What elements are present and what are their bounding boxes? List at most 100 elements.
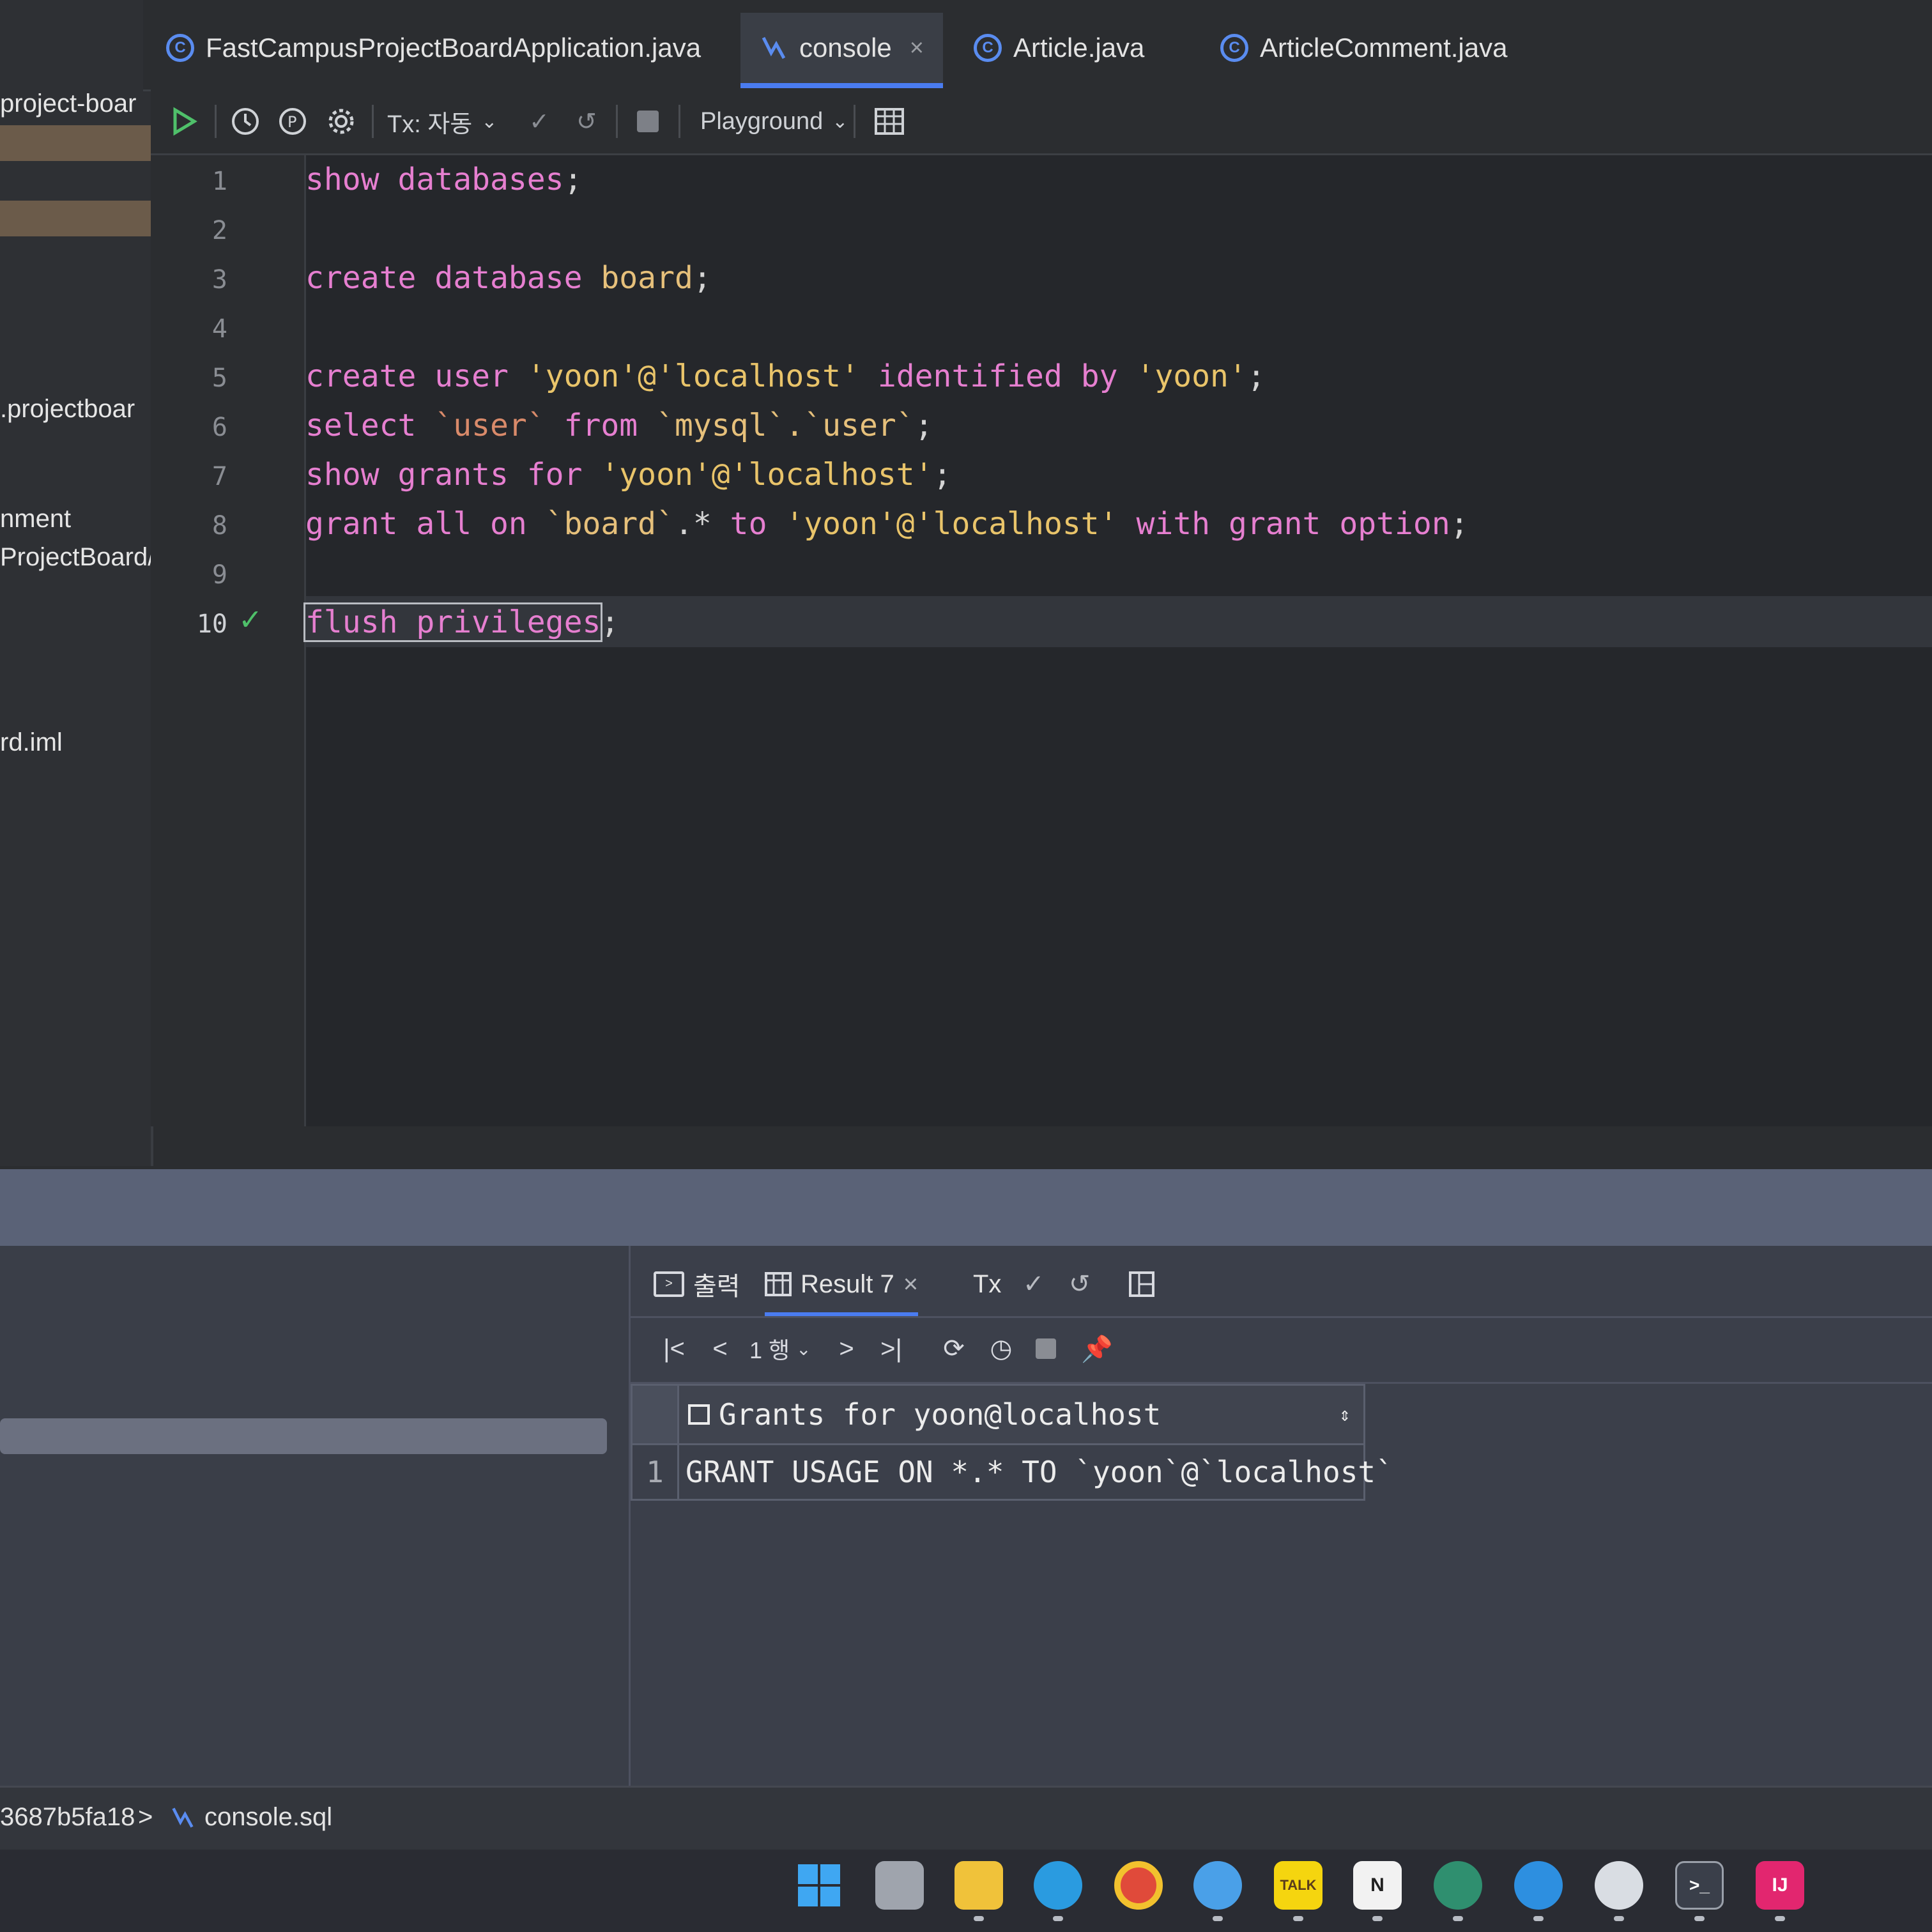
tab-article[interactable]: C Article.java: [974, 13, 1144, 83]
chevron-down-icon: ⌄: [832, 111, 848, 132]
refresh-button[interactable]: ⟳: [935, 1328, 973, 1369]
table-view-button[interactable]: [869, 101, 910, 142]
rollback-button[interactable]: ↺: [1069, 1259, 1091, 1310]
commit-button[interactable]: ✓: [1023, 1259, 1045, 1310]
commit-button[interactable]: ✓: [519, 101, 560, 142]
code-line[interactable]: show grants for 'yoon'@'localhost';: [305, 457, 951, 493]
stop-icon: [637, 111, 659, 132]
results-tab-bar: > 출력 Result 7 × Tx ✓ ↺: [631, 1246, 1932, 1318]
column-icon: [688, 1404, 710, 1425]
sql-console-icon: [172, 1807, 194, 1828]
tab-fastcampus-application[interactable]: C FastCampusProjectBoardApplication.java: [166, 13, 701, 83]
chevron-down-icon: ⌄: [796, 1338, 811, 1359]
project-tree-item[interactable]: ProjectBoard/: [0, 543, 151, 572]
page-size-select[interactable]: 1 행 ⌄: [749, 1328, 811, 1369]
windows-start-icon[interactable]: [795, 1861, 843, 1910]
close-icon[interactable]: ×: [903, 1270, 918, 1299]
chevron-left-icon: <: [712, 1334, 728, 1363]
next-page-button[interactable]: >: [829, 1328, 864, 1369]
rollback-button[interactable]: ↺: [566, 101, 607, 142]
tab-article-comment[interactable]: C ArticleComment.java: [1220, 13, 1507, 83]
docker-icon[interactable]: [1514, 1861, 1563, 1910]
pin-icon: 📌: [1081, 1335, 1113, 1363]
settings-button[interactable]: [321, 101, 362, 142]
sql-editor[interactable]: 1 2 3 4 5 6 7 8 9 10 ✓ show databases; c…: [151, 155, 1932, 1126]
tab-output[interactable]: > 출력: [654, 1259, 740, 1310]
project-tree-item[interactable]: .projectboar: [0, 395, 135, 424]
code-line-current[interactable]: flush privileges;: [303, 602, 619, 642]
line-number-current: 10: [196, 610, 227, 639]
file-explorer-icon[interactable]: [954, 1861, 1003, 1910]
browser-icon[interactable]: [1193, 1861, 1242, 1910]
code-line[interactable]: grant all on `board`.* to 'yoon'@'localh…: [305, 506, 1469, 542]
grid-icon: [765, 1272, 792, 1296]
close-icon[interactable]: ×: [910, 34, 924, 62]
breadcrumb-separator: >: [138, 1803, 153, 1831]
app-white-icon[interactable]: [1595, 1861, 1643, 1910]
terminal-icon: >: [654, 1271, 684, 1297]
services-panel: [0, 1246, 629, 1786]
breadcrumb-file[interactable]: console.sql: [170, 1803, 332, 1832]
notion-icon[interactable]: N: [1353, 1861, 1402, 1910]
tx-mode-label: Tx: 자동: [387, 111, 473, 138]
tx-button[interactable]: Tx: [973, 1259, 1001, 1310]
taskbar: TALK N >_ IJ: [0, 1850, 1932, 1932]
first-page-button[interactable]: |<: [656, 1328, 692, 1369]
intellij-icon[interactable]: IJ: [1756, 1861, 1804, 1910]
tab-label: console: [799, 33, 892, 63]
class-icon: C: [1220, 34, 1248, 62]
execute-button[interactable]: [164, 101, 204, 142]
project-tree-item[interactable]: project-boar: [0, 89, 136, 118]
breadcrumb-hash[interactable]: 3687b5fa18: [0, 1803, 135, 1832]
last-page-icon: >|: [880, 1334, 902, 1363]
gear-icon: [328, 109, 354, 134]
p-circle-icon: P: [279, 108, 306, 135]
editor-tab-bar: C FastCampusProjectBoardApplication.java…: [143, 0, 1932, 91]
code-line[interactable]: show databases;: [305, 162, 582, 197]
pin-button[interactable]: 📌: [1078, 1328, 1116, 1369]
line-number: 7: [211, 462, 227, 491]
code-line[interactable]: create database board;: [305, 260, 712, 296]
line-number: 2: [211, 216, 227, 245]
project-tree-item[interactable]: rd.iml: [0, 728, 63, 757]
terminal-icon[interactable]: >_: [1675, 1861, 1724, 1910]
line-number: 1: [211, 167, 227, 196]
parameters-button[interactable]: P: [272, 101, 313, 142]
kakaotalk-icon[interactable]: TALK: [1274, 1861, 1322, 1910]
line-number: 8: [211, 511, 227, 540]
column-header[interactable]: Grants for yoon@localhost ⇕: [677, 1384, 1365, 1445]
transaction-mode-select[interactable]: Tx: 자동 ⌄: [387, 101, 497, 142]
sort-icon[interactable]: ⇕: [1339, 1404, 1351, 1426]
result-cell[interactable]: GRANT USAGE ON *.* TO `yoon`@`localhost`: [677, 1443, 1393, 1501]
prev-page-button[interactable]: <: [702, 1328, 738, 1369]
stop-button[interactable]: [1027, 1328, 1065, 1369]
history-button[interactable]: [225, 101, 266, 142]
result-navigation: |< < 1 행 ⌄ > >| ⟳ ◷ 📌: [631, 1318, 1932, 1384]
session-select[interactable]: Playground ⌄: [700, 101, 848, 142]
task-view-icon[interactable]: [875, 1861, 924, 1910]
project-tree-item[interactable]: nment: [0, 505, 71, 533]
svg-text:P: P: [288, 113, 296, 131]
tab-result[interactable]: Result 7 ×: [765, 1259, 919, 1316]
panel-splitter[interactable]: [0, 1169, 1932, 1246]
horizontal-scrollbar[interactable]: [0, 1418, 607, 1454]
tab-console[interactable]: console ×: [740, 13, 943, 88]
history-button[interactable]: ◷: [982, 1328, 1020, 1369]
layout-button[interactable]: [1129, 1259, 1154, 1310]
chrome-icon[interactable]: [1114, 1861, 1163, 1910]
first-page-icon: |<: [663, 1334, 685, 1363]
app-green-icon[interactable]: [1434, 1861, 1482, 1910]
code-line[interactable]: create user 'yoon'@'localhost' identifie…: [305, 358, 1266, 394]
last-page-button[interactable]: >|: [873, 1328, 909, 1369]
line-number: 4: [211, 314, 227, 344]
code-line[interactable]: select `user` from `mysql`.`user`;: [305, 408, 933, 443]
console-toolbar: P Tx: 자동 ⌄ ✓ ↺ Playground ⌄: [151, 89, 1932, 155]
tab-label: Article.java: [1013, 33, 1145, 63]
line-number: 6: [211, 413, 227, 442]
stop-button[interactable]: [627, 101, 668, 142]
result-grid: Grants for yoon@localhost ⇕ 1 GRANT USAG…: [631, 1384, 1393, 1505]
play-icon: [173, 107, 197, 136]
class-icon: C: [974, 34, 1002, 62]
edge-icon[interactable]: [1034, 1861, 1082, 1910]
refresh-icon: ⟳: [943, 1335, 965, 1363]
